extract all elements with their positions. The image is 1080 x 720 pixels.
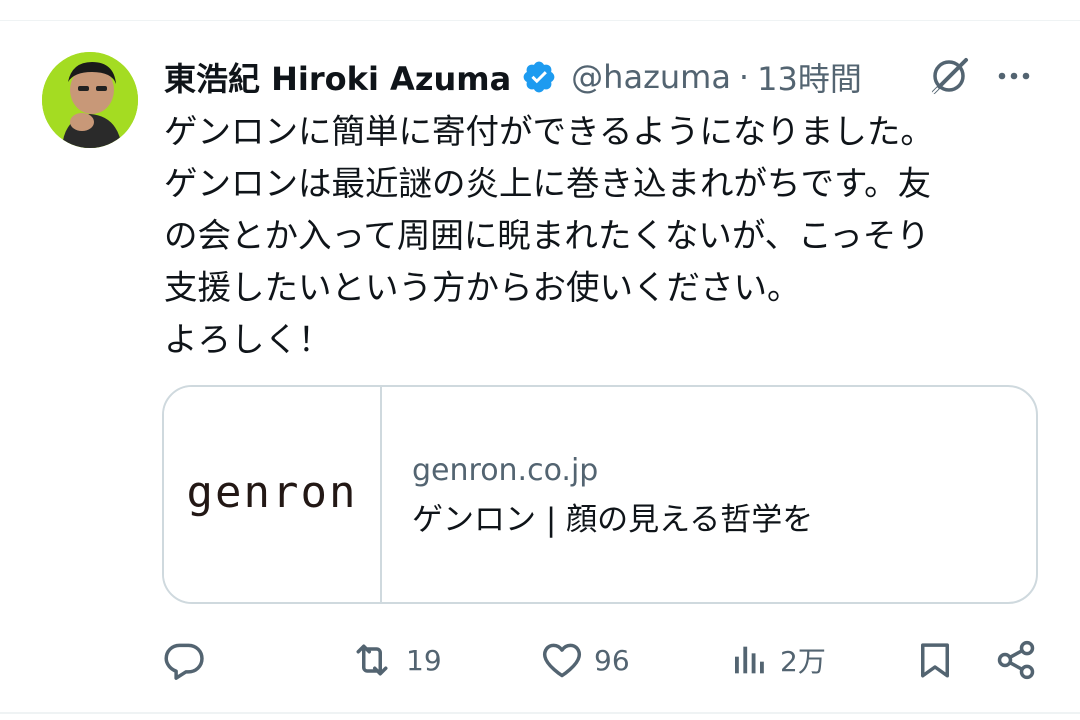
retweet-button[interactable]: 19 bbox=[348, 634, 442, 686]
timestamp[interactable]: 13時間 bbox=[757, 54, 862, 100]
views-count: 2万 bbox=[780, 645, 826, 678]
tweet-text-line: よろしく！ bbox=[164, 320, 332, 359]
retweet-count: 19 bbox=[406, 643, 442, 677]
avatar[interactable] bbox=[42, 52, 138, 148]
bookmark-button[interactable] bbox=[914, 634, 956, 686]
avatar-photo bbox=[42, 52, 138, 148]
bottom-divider bbox=[0, 712, 1080, 714]
author-name[interactable]: 東浩紀 Hiroki Azuma bbox=[164, 54, 511, 100]
heart-icon bbox=[540, 638, 584, 682]
card-info[interactable]: genron.co.jp ゲンロン | 顔の見える哲学を bbox=[382, 387, 1036, 602]
card-thumbnail[interactable]: genron bbox=[164, 387, 382, 602]
card-title: ゲンロン | 顔の見える哲学を bbox=[412, 502, 814, 538]
author-handle[interactable]: @hazuma bbox=[571, 58, 731, 96]
genron-logo: genron bbox=[186, 467, 358, 518]
share-icon bbox=[994, 638, 1038, 682]
views-icon bbox=[730, 638, 770, 682]
tweet-text-line: ゲンロンに簡単に寄付ができるようになりました。 bbox=[164, 112, 934, 151]
tweet-text-line: 支援したいという方からお使いください。 bbox=[164, 268, 801, 307]
verified-badge-icon[interactable] bbox=[521, 59, 557, 95]
retweet-icon bbox=[348, 638, 396, 682]
action-bar: 19 96 2万 bbox=[162, 634, 1042, 686]
tweet-header: 東浩紀 Hiroki Azuma @hazuma · 13時間 bbox=[164, 52, 884, 102]
reply-button[interactable] bbox=[162, 634, 206, 686]
tweet-text-line: ゲンロンは最近謎の炎上に巻き込まれがちです。友 bbox=[164, 164, 932, 203]
reply-icon bbox=[162, 638, 206, 682]
grok-icon[interactable] bbox=[924, 54, 974, 98]
separator-dot: · bbox=[738, 58, 750, 96]
more-icon[interactable] bbox=[994, 60, 1034, 92]
tweet-text: ゲンロンに簡単に寄付ができるようになりました。 ゲンロンは最近謎の炎上に巻き込ま… bbox=[164, 106, 1044, 366]
bookmark-icon bbox=[914, 638, 956, 682]
like-button[interactable]: 96 bbox=[540, 634, 630, 686]
like-count: 96 bbox=[594, 643, 630, 677]
share-button[interactable] bbox=[994, 634, 1038, 686]
views-button[interactable]: 2万 bbox=[730, 634, 826, 686]
card-domain: genron.co.jp bbox=[412, 453, 599, 488]
link-card[interactable]: genron genron.co.jp ゲンロン | 顔の見える哲学を bbox=[162, 385, 1038, 604]
tweet-text-line: の会とか入って周囲に睨まれたくないが、こっそり bbox=[164, 216, 930, 255]
top-divider bbox=[0, 20, 1080, 21]
